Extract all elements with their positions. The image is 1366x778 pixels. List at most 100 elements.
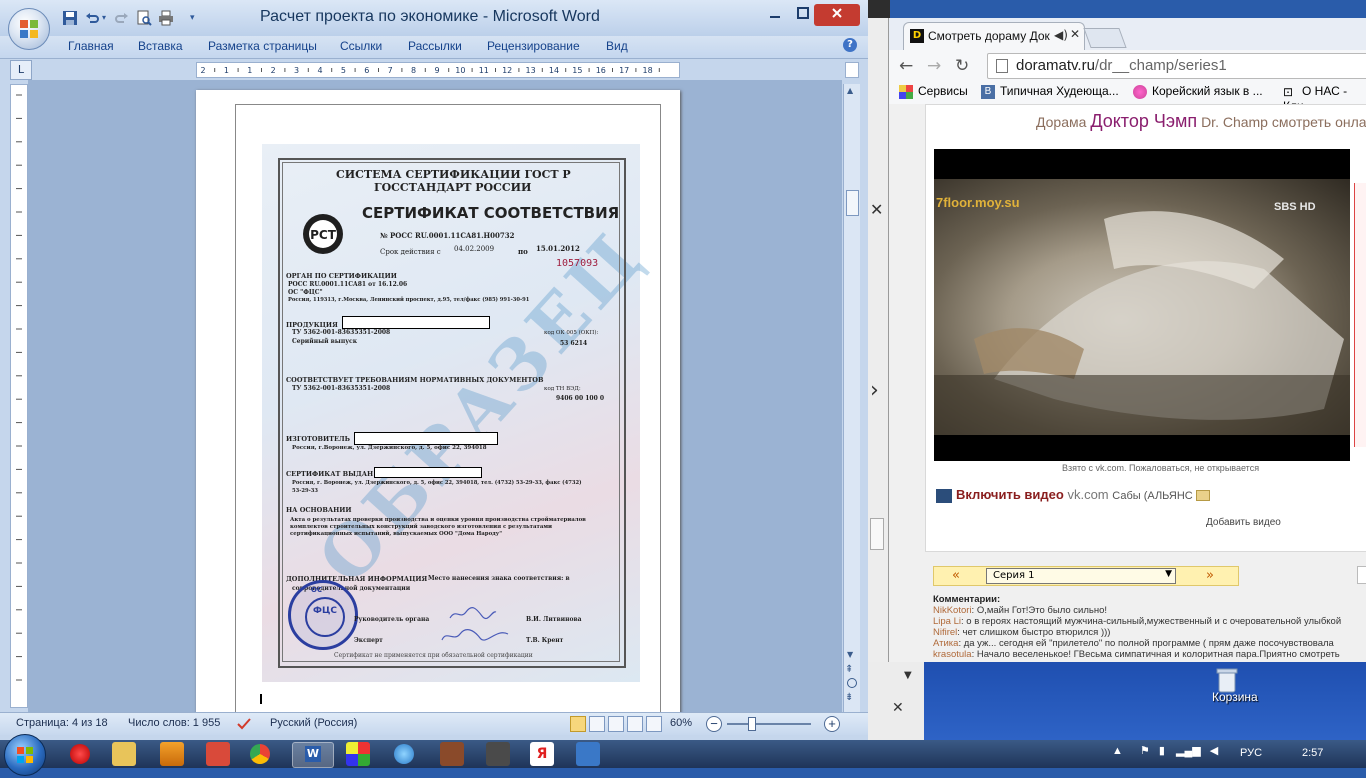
office-button[interactable] [8, 8, 50, 50]
previous-page-icon[interactable]: ⇞ [845, 664, 853, 675]
address-bar[interactable]: doramatv.ru/dr__champ/series1 [987, 53, 1366, 79]
page-info-icon[interactable] [996, 59, 1008, 73]
forward-icon[interactable]: → [927, 56, 941, 76]
document-area[interactable]: ОБРАЗЕЦ СИСТЕМА СЕРТИФИКАЦИИ ГОСТ Р ГОСС… [28, 80, 842, 712]
back-icon[interactable]: ← [899, 56, 913, 76]
media-player-taskbar-icon[interactable] [160, 742, 184, 766]
zoom-in-button[interactable]: + [824, 716, 840, 732]
undo-icon[interactable] [84, 10, 102, 26]
view-outline-icon[interactable] [627, 716, 643, 732]
minimize-button[interactable] [760, 4, 790, 26]
zoom-level[interactable]: 60% [670, 717, 692, 729]
bookmark-apps[interactable]: Сервисы [899, 84, 968, 99]
recycle-bin-label[interactable]: Корзина [1212, 690, 1258, 704]
overlay-next-icon[interactable]: › [870, 378, 879, 403]
print-preview-icon[interactable] [136, 10, 154, 26]
volume-icon[interactable]: ◀ [1210, 745, 1218, 757]
language-indicator[interactable]: Русский (Россия) [270, 717, 357, 729]
panel-close-icon[interactable]: ✕ [892, 700, 904, 716]
next-series-button[interactable]: » [1206, 568, 1214, 583]
scrollbar-thumb[interactable] [846, 190, 859, 216]
browser-tab[interactable]: D Смотреть дораму Док ◀) ✕ [903, 22, 1085, 51]
next-page-icon[interactable]: ⇟ [845, 692, 853, 703]
camera-app-taskbar-icon[interactable] [206, 742, 230, 766]
horizontal-ruler[interactable]: 2 1 1 2 3 4 5 6 7 8 9 10 11 12 13 14 15 16 17 18 [196, 62, 680, 78]
view-draft-icon[interactable] [646, 716, 662, 732]
video-editor-taskbar-icon[interactable] [486, 742, 510, 766]
tab-insert[interactable]: Вставка [138, 39, 183, 53]
desktop[interactable]: Корзина [924, 662, 1366, 740]
vertical-ruler[interactable] [10, 84, 28, 708]
new-tab-button[interactable] [1083, 28, 1127, 48]
tab-close-icon[interactable]: ✕ [1070, 27, 1080, 41]
zoom-slider-thumb[interactable] [748, 717, 756, 731]
dropdown-arrow-icon[interactable]: ▼ [904, 670, 912, 681]
enable-video-row[interactable]: Включить видео vk.com Сабы (АЛЬЯНС [936, 487, 1211, 503]
zoom-out-button[interactable]: − [706, 716, 722, 732]
bookmark-3[interactable]: Корейский язык в ... [1133, 84, 1263, 99]
side-advertisement[interactable] [1354, 183, 1366, 447]
scroll-down-icon[interactable]: ▼ [847, 650, 853, 659]
flag-icon[interactable]: ⚑ [1140, 745, 1150, 757]
spellcheck-icon[interactable] [236, 717, 252, 734]
video-source-note[interactable]: Взято с vk.com. Пожаловаться, не открыва… [1062, 463, 1259, 473]
language-indicator-tray[interactable]: РУС [1240, 747, 1262, 759]
cert-extra-text: Место нанесения знака соответствия: в [428, 575, 570, 582]
start-button[interactable] [4, 734, 46, 776]
browser-taskbar-icon[interactable] [394, 744, 414, 764]
vertical-scrollbar[interactable]: ▲ ▼ ⇞ ⇟ [843, 84, 860, 714]
help-icon[interactable]: ? [843, 38, 857, 52]
undo-dropdown-icon[interactable]: ▾ [102, 10, 110, 26]
bookmark-2[interactable]: В Типичная Худеюща... [981, 84, 1119, 99]
cert-organ-line2: ОС "ФЦС" [288, 289, 323, 296]
overlay-close-icon[interactable]: ✕ [870, 200, 883, 219]
word-taskbar-icon[interactable]: W [292, 742, 334, 768]
tab-review[interactable]: Рецензирование [487, 39, 580, 53]
ribbon-tabs: Главная Вставка Разметка страницы Ссылки… [0, 36, 868, 59]
tab-view[interactable]: Вид [606, 39, 628, 53]
mail-taskbar-icon[interactable] [576, 742, 600, 766]
save-icon[interactable] [62, 10, 80, 26]
tab-home[interactable]: Главная [68, 39, 114, 53]
ruler-number: 11 [479, 66, 489, 75]
tab-audio-icon[interactable]: ◀) [1054, 28, 1068, 42]
tray-expand-icon[interactable]: ▲ [1112, 745, 1123, 757]
network-icon[interactable]: ▂▄▆ [1176, 745, 1201, 757]
tab-page-layout[interactable]: Разметка страницы [208, 39, 317, 53]
prev-series-button[interactable]: « [952, 568, 960, 583]
quick-print-icon[interactable] [158, 10, 176, 26]
video-watermark: 7floor.moy.su [936, 195, 1020, 210]
document-page[interactable]: ОБРАЗЕЦ СИСТЕМА СЕРТИФИКАЦИИ ГОСТ Р ГОСС… [196, 90, 680, 712]
view-web-layout-icon[interactable] [608, 716, 624, 732]
word-count[interactable]: Число слов: 1 955 [128, 717, 220, 729]
add-video-link[interactable]: Добавить видео [1206, 517, 1281, 528]
series-extra-control[interactable] [1357, 566, 1366, 584]
opera-taskbar-icon[interactable] [70, 744, 90, 764]
certificate-image[interactable]: ОБРАЗЕЦ СИСТЕМА СЕРТИФИКАЦИИ ГОСТ Р ГОСС… [262, 144, 661, 682]
tab-selector-button[interactable]: L [10, 60, 32, 80]
customize-qat-icon[interactable]: ▾ [190, 10, 200, 26]
overlay-resize-icon[interactable] [870, 518, 884, 550]
close-button[interactable] [814, 4, 860, 26]
scroll-up-icon[interactable]: ▲ [847, 86, 853, 95]
archive-taskbar-icon[interactable] [440, 742, 464, 766]
tab-references[interactable]: Ссылки [340, 39, 382, 53]
series-select[interactable]: Серия 1 ▼ [986, 568, 1176, 584]
game-taskbar-icon[interactable] [346, 742, 370, 766]
view-ruler-icon[interactable] [845, 62, 859, 78]
view-print-layout-icon[interactable] [570, 716, 586, 732]
clock[interactable]: 2:57 [1302, 747, 1323, 759]
zoom-slider[interactable] [727, 723, 811, 725]
yandex-taskbar-icon[interactable]: Я [530, 742, 554, 766]
chrome-taskbar-icon[interactable] [250, 744, 270, 764]
tab-title: Смотреть дораму Док [928, 29, 1050, 43]
redo-icon[interactable] [114, 10, 132, 26]
reload-icon[interactable]: ↻ [955, 56, 969, 76]
browse-object-icon[interactable] [847, 678, 857, 688]
page-counter[interactable]: Страница: 4 из 18 [16, 717, 108, 729]
power-icon[interactable]: ▮ [1159, 745, 1165, 757]
tab-mailings[interactable]: Рассылки [408, 39, 462, 53]
video-player[interactable]: 7floor.moy.su SBS HD [934, 149, 1350, 461]
view-full-screen-icon[interactable] [589, 716, 605, 732]
explorer-taskbar-icon[interactable] [112, 742, 136, 766]
